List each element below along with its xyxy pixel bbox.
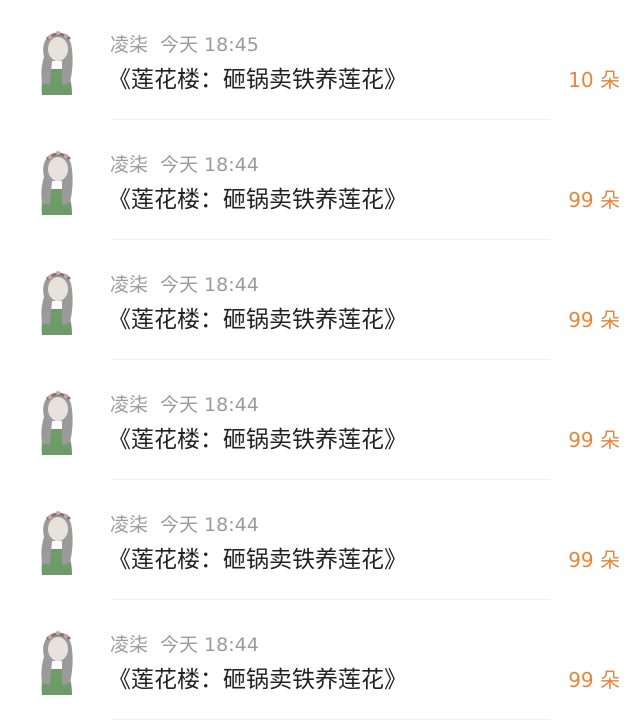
list-item[interactable]: 凌柒 今天 18:44 《莲花楼：砸锅卖铁养莲花》 99 朵: [0, 360, 640, 480]
meta-line: 凌柒 今天 18:44: [110, 270, 259, 297]
gift-amount: 99 朵: [568, 428, 620, 452]
book-title[interactable]: 《莲花楼：砸锅卖铁养莲花》: [108, 300, 407, 334]
timestamp: 今天 18:45: [160, 34, 259, 56]
gift-amount: 10 朵: [568, 68, 620, 92]
meta-line: 凌柒 今天 18:44: [110, 150, 259, 177]
meta-line: 凌柒 今天 18:44: [110, 630, 259, 657]
list-item[interactable]: 凌柒 今天 18:45 《莲花楼：砸锅卖铁养莲花》 10 朵: [0, 0, 640, 120]
sender-name: 凌柒: [110, 634, 149, 656]
gift-amount: 99 朵: [568, 308, 620, 332]
sender-name: 凌柒: [110, 34, 149, 56]
girl-avatar-icon: [41, 631, 73, 695]
book-title[interactable]: 《莲花楼：砸锅卖铁养莲花》: [108, 660, 407, 694]
list-item[interactable]: 凌柒 今天 18:44 《莲花楼：砸锅卖铁养莲花》 99 朵: [0, 480, 640, 600]
timestamp: 今天 18:44: [160, 634, 259, 656]
gift-amount: 99 朵: [568, 668, 620, 692]
avatar[interactable]: [32, 265, 80, 337]
gift-amount: 99 朵: [568, 548, 620, 572]
sender-name: 凌柒: [110, 274, 149, 296]
meta-line: 凌柒 今天 18:44: [110, 510, 259, 537]
avatar[interactable]: [32, 25, 80, 97]
book-title[interactable]: 《莲花楼：砸锅卖铁养莲花》: [108, 60, 407, 94]
list-item[interactable]: 凌柒 今天 18:44 《莲花楼：砸锅卖铁养莲花》 99 朵: [0, 600, 640, 720]
girl-avatar-icon: [41, 391, 73, 455]
gift-amount: 99 朵: [568, 188, 620, 212]
sender-name: 凌柒: [110, 394, 149, 416]
girl-avatar-icon: [41, 151, 73, 215]
sender-name: 凌柒: [110, 154, 149, 176]
avatar[interactable]: [32, 505, 80, 577]
timestamp: 今天 18:44: [160, 394, 259, 416]
avatar[interactable]: [32, 625, 80, 697]
timestamp: 今天 18:44: [160, 514, 259, 536]
list-item[interactable]: 凌柒 今天 18:44 《莲花楼：砸锅卖铁养莲花》 99 朵: [0, 240, 640, 360]
timestamp: 今天 18:44: [160, 154, 259, 176]
meta-line: 凌柒 今天 18:45: [110, 30, 259, 57]
book-title[interactable]: 《莲花楼：砸锅卖铁养莲花》: [108, 420, 407, 454]
girl-avatar-icon: [41, 511, 73, 575]
girl-avatar-icon: [41, 271, 73, 335]
meta-line: 凌柒 今天 18:44: [110, 390, 259, 417]
book-title[interactable]: 《莲花楼：砸锅卖铁养莲花》: [108, 180, 407, 214]
avatar[interactable]: [32, 145, 80, 217]
list-item[interactable]: 凌柒 今天 18:44 《莲花楼：砸锅卖铁养莲花》 99 朵: [0, 120, 640, 240]
sender-name: 凌柒: [110, 514, 149, 536]
avatar[interactable]: [32, 385, 80, 457]
girl-avatar-icon: [41, 31, 73, 95]
book-title[interactable]: 《莲花楼：砸锅卖铁养莲花》: [108, 540, 407, 574]
gift-record-list: 凌柒 今天 18:45 《莲花楼：砸锅卖铁养莲花》 10 朵 凌柒 今天 18:44…: [0, 0, 640, 722]
timestamp: 今天 18:44: [160, 274, 259, 296]
